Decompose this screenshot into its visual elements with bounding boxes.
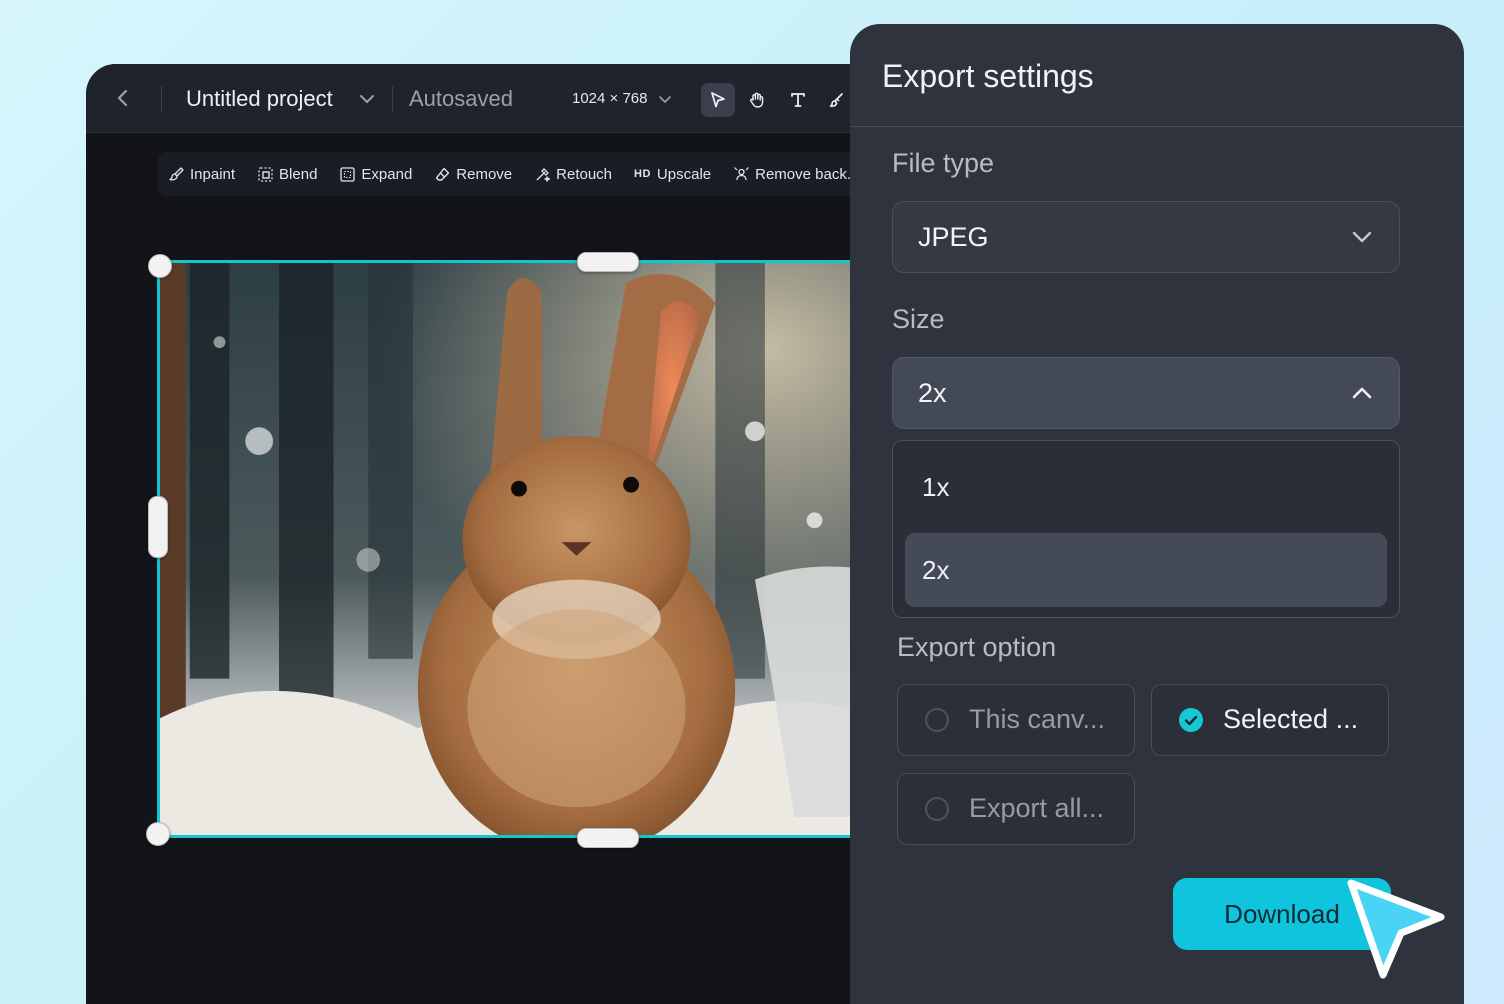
- select-tool-button[interactable]: [701, 83, 735, 117]
- hand-tool-button[interactable]: [740, 83, 774, 117]
- radio-unchecked-icon: [925, 708, 949, 732]
- project-title[interactable]: Untitled project: [186, 86, 333, 112]
- size-option-label: 1x: [922, 472, 949, 503]
- select-icon: [709, 91, 727, 109]
- chevron-up-icon: [1351, 385, 1373, 401]
- remove-background-icon: [733, 166, 750, 183]
- resize-handle-top[interactable]: [577, 252, 639, 272]
- expand-icon: [339, 166, 356, 183]
- inpaint-button[interactable]: Inpaint: [168, 166, 235, 183]
- expand-label: Expand: [361, 166, 412, 183]
- export-option-text: Export all...: [969, 793, 1104, 824]
- remove-button[interactable]: Remove: [434, 166, 512, 183]
- hand-icon: [748, 91, 766, 109]
- export-option-label: Export option: [897, 632, 1056, 663]
- chevron-down-icon: [1351, 229, 1373, 245]
- export-option-export-all[interactable]: Export all...: [897, 773, 1135, 845]
- expand-button[interactable]: Expand: [339, 166, 412, 183]
- brush-tool-button[interactable]: [820, 83, 854, 117]
- radio-unchecked-icon: [925, 797, 949, 821]
- export-option-text: Selected ...: [1223, 704, 1358, 735]
- rabbit-photo: [160, 263, 874, 835]
- inpaint-label: Inpaint: [190, 166, 235, 183]
- size-option-1x[interactable]: 1x: [905, 450, 1387, 524]
- upscale-button[interactable]: HD Upscale: [634, 166, 711, 183]
- resize-handle-left[interactable]: [148, 496, 168, 558]
- remove-background-label: Remove back...: [755, 166, 859, 183]
- file-type-label: File type: [892, 148, 994, 179]
- size-option-2x[interactable]: 2x: [905, 533, 1387, 607]
- size-option-label: 2x: [922, 555, 949, 586]
- divider: [850, 126, 1464, 127]
- file-type-value: JPEG: [918, 222, 989, 253]
- resize-handle-bottom-left[interactable]: [146, 822, 170, 846]
- brush-icon: [828, 91, 846, 109]
- retouch-label: Retouch: [556, 166, 612, 183]
- size-dropdown-menu: 1x 2x: [892, 440, 1400, 618]
- retouch-icon: [534, 166, 551, 183]
- size-value: 2x: [918, 378, 947, 409]
- text-tool-button[interactable]: [781, 83, 815, 117]
- upscale-label: Upscale: [657, 166, 711, 183]
- file-type-select[interactable]: JPEG: [892, 201, 1400, 273]
- pointer-cursor-icon: [1343, 877, 1451, 987]
- size-select[interactable]: 2x: [892, 357, 1400, 429]
- panel-title: Export settings: [882, 58, 1094, 95]
- chevron-down-icon[interactable]: [358, 92, 376, 106]
- resize-handle-bottom[interactable]: [577, 828, 639, 848]
- export-option-this-canvas[interactable]: This canv...: [897, 684, 1135, 756]
- eraser-icon: [434, 166, 451, 183]
- export-option-text: This canv...: [969, 704, 1105, 735]
- top-bar: Untitled project Autosaved 1024 × 768: [86, 64, 886, 133]
- radio-checked-icon: [1179, 708, 1203, 732]
- hd-icon: HD: [634, 168, 651, 180]
- blend-button[interactable]: Blend: [257, 166, 317, 183]
- autosave-status: Autosaved: [409, 86, 513, 112]
- blend-label: Blend: [279, 166, 317, 183]
- export-option-selected[interactable]: Selected ...: [1151, 684, 1389, 756]
- export-settings-panel: Export settings File type JPEG Size 2x 1…: [850, 24, 1464, 1004]
- divider: [161, 86, 162, 112]
- canvas-size-selector[interactable]: 1024 × 768: [572, 90, 648, 107]
- ai-toolbar: Inpaint Blend Expand Remove: [158, 152, 886, 196]
- remove-background-button[interactable]: Remove back...: [733, 166, 859, 183]
- selected-image-frame[interactable]: [157, 260, 877, 838]
- remove-label: Remove: [456, 166, 512, 183]
- back-icon[interactable]: [114, 88, 132, 108]
- chevron-down-icon[interactable]: [658, 94, 672, 104]
- divider: [392, 86, 393, 112]
- size-label: Size: [892, 304, 945, 335]
- resize-handle-top-left[interactable]: [148, 254, 172, 278]
- checkmark-icon: [1179, 708, 1203, 732]
- inpaint-icon: [168, 166, 185, 183]
- text-icon: [789, 91, 807, 109]
- blend-icon: [257, 166, 274, 183]
- retouch-button[interactable]: Retouch: [534, 166, 612, 183]
